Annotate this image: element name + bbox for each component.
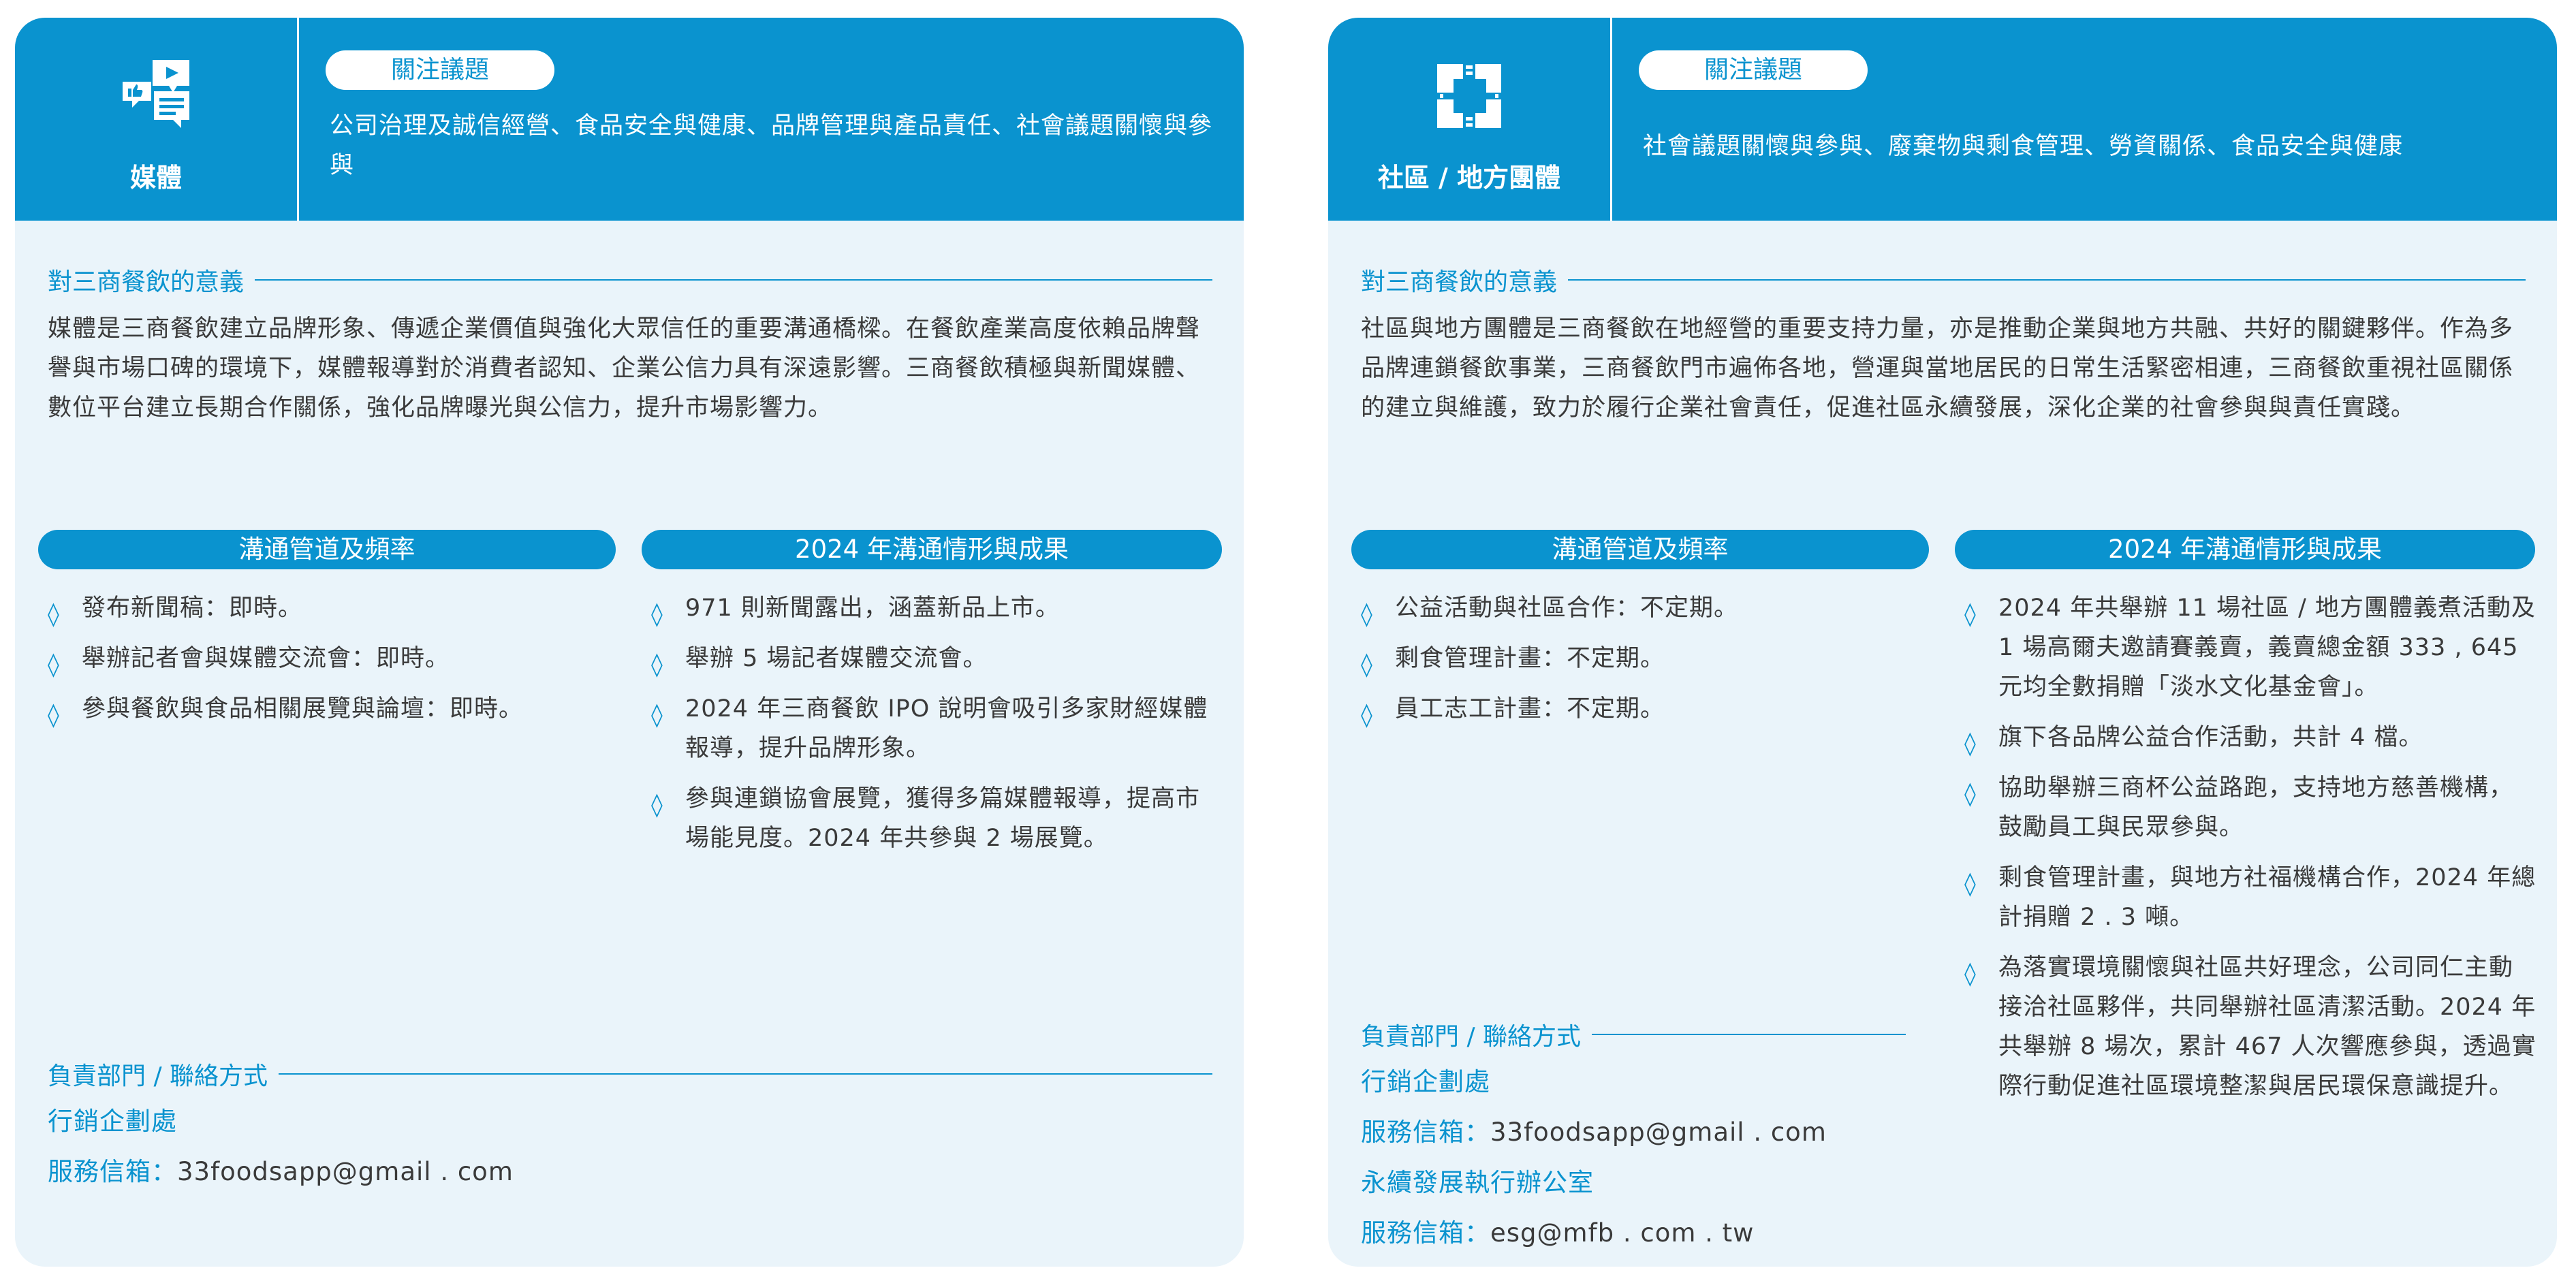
list-item-text: 員工志工計畫：不定期。: [1395, 695, 1665, 723]
heading-rule: [1592, 1034, 1906, 1035]
list-item: ◊ 剩食管理計畫：不定期。: [1361, 639, 1919, 678]
stakeholder-card-media: 媒體 關注議題 公司治理及誠信經營、食品安全與健康、品牌管理與產品責任、社會議題…: [15, 18, 1244, 1267]
heading-rule: [1568, 279, 2526, 281]
heading-rule: [255, 279, 1212, 281]
email-address: 33foodsapp@gmail . com: [1490, 1118, 1827, 1147]
list-item: ◊ 公益活動與社區合作：不定期。: [1361, 588, 1919, 628]
significance-text: 社區與地方團體是三商餐飲在地經營的重要支持力量，亦是推動企業與地方共融、共好的關…: [1361, 315, 2514, 422]
card-header: 媒體 關注議題 公司治理及誠信經營、食品安全與健康、品牌管理與產品責任、社會議題…: [15, 18, 1244, 221]
list-item-text: 參與餐飲與食品相關展覽與論壇：即時。: [82, 695, 524, 723]
list-item: ◊ 剩食管理計畫，與地方社福機構合作，2024 年總計捐贈 2 . 3 噸。: [1964, 858, 2536, 937]
focus-issues-text: 社會議題關懷與參與、廢棄物與剩食管理、勞資關係、食品安全與健康: [1643, 133, 2404, 160]
list-item-text: 協助舉辦三商杯公益路跑，支持地方慈善機構，鼓勵員工與民眾參與。: [1998, 774, 2514, 841]
channels-heading: 溝通管道及頻率: [38, 530, 616, 569]
significance-text: 媒體是三商餐飲建立品牌形象、傳遞企業價值與強化大眾信任的重要溝通橋樑。在餐飲產業…: [48, 315, 1201, 422]
list-item: ◊ 參與連鎖協會展覽，獲得多篇媒體報導，提高市場能見度。2024 年共參與 2 場…: [651, 779, 1223, 858]
list-item-text: 旗下各品牌公益合作活動，共計 4 檔。: [1998, 724, 2423, 751]
diamond-bullet-icon: ◊: [1361, 651, 1373, 678]
list-item-text: 舉辦記者會與媒體交流會：即時。: [82, 645, 450, 672]
email-label: 服務信箱：: [1361, 1218, 1490, 1248]
significance-heading: 對三商餐飲的意義: [1361, 263, 2526, 297]
list-item: ◊ 協助舉辦三商杯公益路跑，支持地方慈善機構，鼓勵員工與民眾參與。: [1964, 768, 2536, 847]
media-like-chat-icon: [123, 60, 189, 128]
results-heading: 2024 年溝通情形與成果: [642, 530, 1222, 569]
channels-list: ◊ 公益活動與社區合作：不定期。 ◊ 剩食管理計畫：不定期。 ◊ 員工志工計畫：不定期…: [1361, 588, 1919, 740]
diamond-bullet-icon: ◊: [651, 701, 663, 729]
diamond-bullet-icon: ◊: [1964, 601, 1977, 628]
email-label: 服務信箱：: [48, 1157, 177, 1186]
diamond-bullet-icon: ◊: [48, 701, 60, 729]
diamond-bullet-icon: ◊: [1964, 960, 1977, 987]
list-item-text: 971 則新聞露出，涵蓋新品上市。: [685, 595, 1060, 622]
diamond-bullet-icon: ◊: [1964, 730, 1977, 757]
contact-heading: 負責部門 / 聯絡方式: [1361, 1017, 1906, 1051]
diamond-bullet-icon: ◊: [1964, 780, 1977, 808]
list-item: ◊ 971 則新聞露出，涵蓋新品上市。: [651, 588, 1223, 628]
contact-email-line: 服務信箱：33foodsapp@gmail . com: [48, 1155, 514, 1189]
joined-hands-icon: [1437, 64, 1501, 128]
contact-heading: 負責部門 / 聯絡方式: [48, 1057, 1212, 1091]
focus-issues-text: 公司治理及誠信經營、食品安全與健康、品牌管理與產品責任、社會議題關懷與參與: [330, 112, 1213, 179]
department-name: 行銷企劃處: [1361, 1067, 1490, 1096]
contact-heading-text: 負責部門 / 聯絡方式: [1361, 1023, 1582, 1051]
significance-heading-text: 對三商餐飲的意義: [1361, 268, 1558, 296]
list-item: ◊ 2024 年三商餐飲 IPO 說明會吸引多家財經媒體報導，提升品牌形象。: [651, 689, 1223, 768]
stakeholder-name: 媒體: [129, 163, 182, 193]
department-name: 行銷企劃處: [48, 1107, 177, 1136]
contact-heading-text: 負責部門 / 聯絡方式: [48, 1062, 268, 1090]
card-header: 社區 / 地方團體 關注議題 社會議題關懷與參與、廢棄物與剩食管理、勞資關係、食…: [1328, 18, 2557, 221]
significance-heading: 對三商餐飲的意義: [48, 263, 1212, 297]
email-label: 服務信箱：: [1361, 1118, 1490, 1147]
list-item: ◊ 2024 年共舉辦 11 場社區 / 地方團體義煮活動及 1 場高爾夫邀請賽義…: [1964, 588, 2536, 707]
list-item: ◊ 舉辦記者會與媒體交流會：即時。: [48, 639, 606, 678]
stakeholder-card-community: 社區 / 地方團體 關注議題 社會議題關懷與參與、廢棄物與剩食管理、勞資關係、食…: [1328, 18, 2557, 1267]
diamond-bullet-icon: ◊: [48, 601, 60, 628]
list-item-text: 為落實環境關懷與社區共好理念，公司同仁主動接洽社區夥伴，共同舉辦社區清潔活動。2…: [1998, 954, 2536, 1100]
results-list: ◊ 2024 年共舉辦 11 場社區 / 地方團體義煮活動及 1 場高爾夫邀請賽義…: [1964, 588, 2536, 1117]
list-item-text: 剩食管理計畫，與地方社福機構合作，2024 年總計捐贈 2 . 3 噸。: [1998, 864, 2536, 931]
stakeholder-icon-column: 社區 / 地方團體: [1328, 18, 1612, 221]
department-name: 永續發展執行辦公室: [1361, 1168, 1594, 1197]
channels-list: ◊ 發布新聞稿：即時。 ◊ 舉辦記者會與媒體交流會：即時。 ◊ 參與餐飲與食品相關展覽…: [48, 588, 606, 740]
channels-heading: 溝通管道及頻率: [1351, 530, 1929, 569]
diamond-bullet-icon: ◊: [1361, 601, 1373, 628]
stakeholder-icon-column: 媒體: [15, 18, 299, 221]
list-item: ◊ 舉辦 5 場記者媒體交流會。: [651, 639, 1223, 678]
list-item: ◊ 員工志工計畫：不定期。: [1361, 689, 1919, 729]
significance-heading-text: 對三商餐飲的意義: [48, 268, 245, 296]
diamond-bullet-icon: ◊: [651, 651, 663, 678]
list-item-text: 公益活動與社區合作：不定期。: [1395, 595, 1739, 622]
results-list: ◊ 971 則新聞露出，涵蓋新品上市。 ◊ 舉辦 5 場記者媒體交流會。 ◊ 2024…: [651, 588, 1223, 869]
diamond-bullet-icon: ◊: [651, 601, 663, 628]
list-item-text: 參與連鎖協會展覽，獲得多篇媒體報導，提高市場能見度。2024 年共參與 2 場展…: [685, 785, 1201, 852]
heading-rule: [279, 1073, 1212, 1075]
focus-issues-label: 關注議題: [1639, 50, 1868, 90]
stakeholder-name: 社區 / 地方團體: [1377, 163, 1561, 193]
list-item: ◊ 旗下各品牌公益合作活動，共計 4 檔。: [1964, 718, 2536, 757]
list-item-text: 2024 年共舉辦 11 場社區 / 地方團體義煮活動及 1 場高爾夫邀請賽義賣…: [1998, 595, 2536, 701]
diamond-bullet-icon: ◊: [48, 651, 60, 678]
list-item-text: 剩食管理計畫：不定期。: [1395, 645, 1665, 672]
results-heading: 2024 年溝通情形與成果: [1955, 530, 2535, 569]
contact-email-line: 服務信箱：esg@mfb . com . tw: [1361, 1216, 1754, 1250]
list-item: ◊ 參與餐飲與食品相關展覽與論壇：即時。: [48, 689, 606, 729]
email-address: 33foodsapp@gmail . com: [177, 1157, 514, 1186]
list-item-text: 發布新聞稿：即時。: [82, 595, 303, 622]
list-item-text: 舉辦 5 場記者媒體交流會。: [685, 645, 988, 672]
email-address: esg@mfb . com . tw: [1490, 1218, 1755, 1248]
diamond-bullet-icon: ◊: [1361, 701, 1373, 729]
list-item-text: 2024 年三商餐飲 IPO 說明會吸引多家財經媒體報導，提升品牌形象。: [685, 695, 1208, 762]
contact-email-line: 服務信箱：33foodsapp@gmail . com: [1361, 1115, 1827, 1150]
diamond-bullet-icon: ◊: [1964, 870, 1977, 898]
list-item: ◊ 為落實環境關懷與社區共好理念，公司同仁主動接洽社區夥伴，共同舉辦社區清潔活動。…: [1964, 948, 2536, 1106]
diamond-bullet-icon: ◊: [651, 791, 663, 819]
list-item: ◊ 發布新聞稿：即時。: [48, 588, 606, 628]
focus-issues-label: 關注議題: [326, 50, 554, 90]
